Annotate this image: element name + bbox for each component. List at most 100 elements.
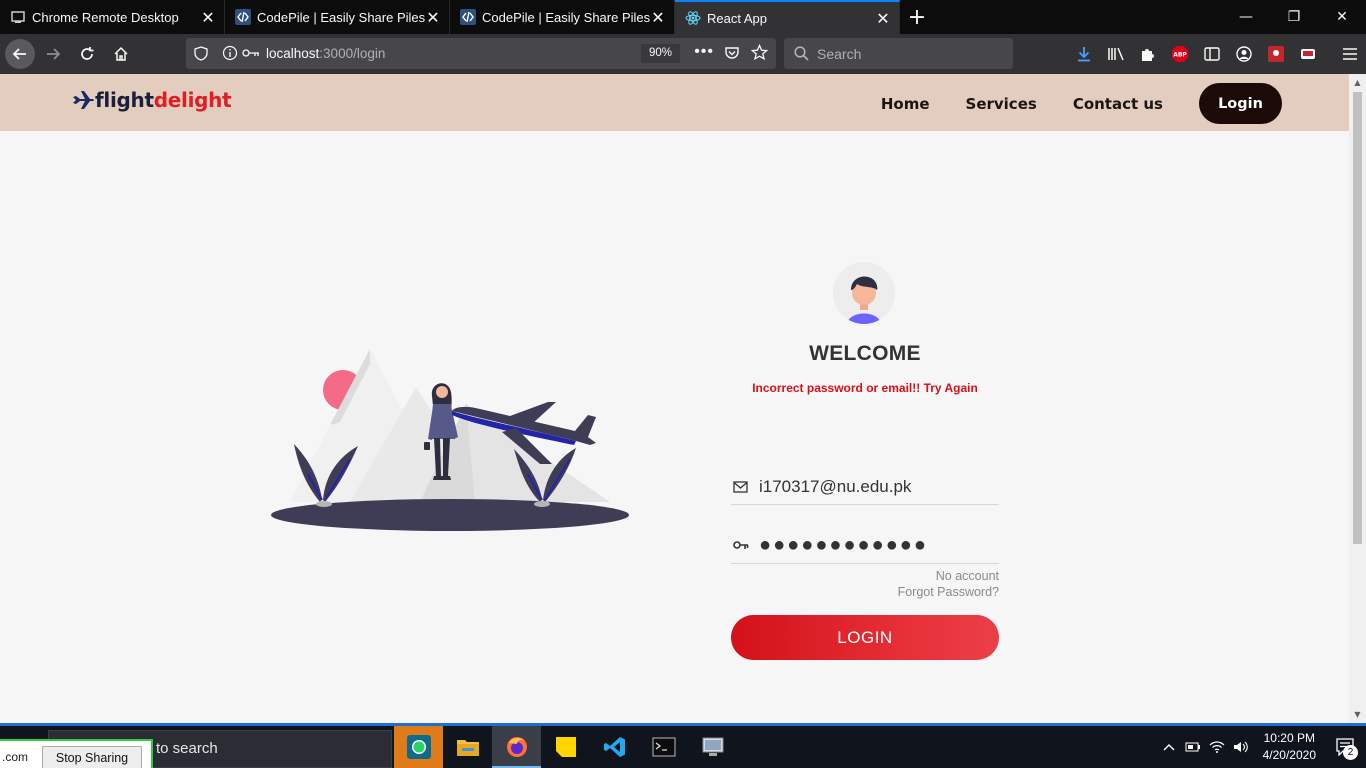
nav-services-link[interactable]: Services <box>966 95 1037 113</box>
no-account-link[interactable]: No account <box>898 568 999 584</box>
tab-codepile-1[interactable]: CodePile | Easily Share Piles of Code ✕ <box>225 0 450 34</box>
download-icon[interactable] <box>1068 38 1100 70</box>
pocket-icon[interactable] <box>724 45 740 64</box>
wifi-icon[interactable] <box>1205 741 1229 753</box>
screenshot-icon[interactable] <box>1292 38 1324 70</box>
nav-contact-link[interactable]: Contact us <box>1073 95 1163 113</box>
site-header: flight delight Home Services Contact us L… <box>0 74 1349 131</box>
clock-time: 10:20 PM <box>1263 731 1315 745</box>
extensions-icon[interactable] <box>1132 38 1164 70</box>
email-field-row <box>731 469 999 505</box>
plane-logo-icon <box>72 90 94 110</box>
forgot-password-link[interactable]: Forgot Password? <box>898 584 999 600</box>
extension-red-icon[interactable] <box>1260 38 1292 70</box>
tab-react-app[interactable]: React App ✕ <box>675 0 900 34</box>
adblock-icon[interactable]: ABP <box>1164 38 1196 70</box>
vscode-icon[interactable] <box>590 726 639 768</box>
logo-text-delight: delight <box>153 88 232 112</box>
form-links: No account Forgot Password? <box>898 568 999 600</box>
key-icon <box>731 540 757 552</box>
codepile-icon <box>235 9 251 25</box>
file-explorer-icon[interactable] <box>443 726 492 768</box>
login-error-message: Incorrect password or email!! Try Again <box>752 381 978 395</box>
close-window-icon[interactable]: ✕ <box>1318 0 1366 34</box>
terminal-icon[interactable] <box>639 726 688 768</box>
zoom-indicator[interactable]: 90% <box>640 44 680 63</box>
window-controls: — ❐ ✕ <box>1222 0 1366 34</box>
react-icon <box>685 10 701 26</box>
page-actions-icon[interactable]: ••• <box>694 43 714 61</box>
welcome-heading: WELCOME <box>809 342 921 365</box>
back-button[interactable] <box>5 39 35 69</box>
bookmark-star-icon[interactable] <box>750 43 769 64</box>
tab-codepile-2[interactable]: CodePile | Easily Share Piles of Code ✕ <box>450 0 675 34</box>
taskbar-clock[interactable]: 10:20 PM 4/20/2020 <box>1263 730 1316 764</box>
system-tray: 10:20 PM 4/20/2020 2 <box>1157 726 1366 768</box>
url-text: localhost:3000/login <box>266 46 385 61</box>
key-icon[interactable] <box>242 46 260 63</box>
volume-icon[interactable] <box>1229 741 1253 753</box>
taskbar-apps <box>394 726 737 768</box>
sidebar-icon[interactable] <box>1196 38 1228 70</box>
nav-home-link[interactable]: Home <box>881 95 930 113</box>
stop-sharing-button[interactable]: Stop Sharing <box>42 746 142 768</box>
main-nav: Home Services Contact us Login <box>845 83 1282 124</box>
toolbar-icons: ABP <box>1068 38 1366 70</box>
login-submit-button[interactable]: LOGIN <box>731 615 999 660</box>
tab-title: CodePile | Easily Share Piles of Code <box>257 9 425 25</box>
page-scrollbar[interactable]: ▲ ▼ <box>1349 74 1366 723</box>
tab-chrome-remote-desktop[interactable]: Chrome Remote Desktop ✕ <box>0 0 225 34</box>
minimize-icon[interactable]: — <box>1222 0 1270 34</box>
whatsapp-icon[interactable] <box>394 726 443 768</box>
scrollbar-thumb[interactable] <box>1353 92 1362 544</box>
remote-sharing-bar: .com Stop Sharing <box>0 739 153 768</box>
notification-center-icon[interactable]: 2 <box>1326 726 1366 768</box>
envelope-icon <box>731 480 757 493</box>
email-input[interactable] <box>759 476 989 497</box>
remote-desktop-app-icon[interactable] <box>688 726 737 768</box>
search-placeholder: Search <box>817 45 862 62</box>
home-button[interactable] <box>105 38 137 70</box>
tab-title: React App <box>707 10 767 26</box>
new-tab-button[interactable]: + <box>900 0 934 34</box>
restore-icon[interactable]: ❐ <box>1270 0 1318 34</box>
clock-date: 4/20/2020 <box>1262 748 1316 762</box>
scroll-up-icon[interactable]: ▲ <box>1349 74 1366 91</box>
search-icon <box>794 46 809 61</box>
url-path: :3000/login <box>319 46 386 61</box>
site-logo[interactable]: flight delight <box>72 88 232 112</box>
reload-button[interactable] <box>71 38 103 70</box>
nav-login-button[interactable]: Login <box>1199 83 1282 124</box>
info-icon[interactable] <box>222 45 238 64</box>
battery-icon[interactable] <box>1181 741 1205 753</box>
user-avatar <box>833 262 895 324</box>
forward-button[interactable] <box>37 38 69 70</box>
page-viewport: flight delight Home Services Contact us L… <box>0 74 1349 723</box>
tab-title: Chrome Remote Desktop <box>32 9 179 25</box>
sticky-notes-icon[interactable] <box>541 726 590 768</box>
browser-toolbar: localhost:3000/login 90% ••• Search ABP <box>0 34 1366 74</box>
travel-illustration <box>270 324 632 534</box>
password-input[interactable] <box>759 534 989 557</box>
scroll-down-icon[interactable]: ▼ <box>1349 706 1366 723</box>
sharing-domain-text: .com <box>2 750 29 764</box>
chevron-up-icon[interactable] <box>1157 743 1181 751</box>
windows-taskbar: to search .com Stop Sharing 10:20 PM 4/2… <box>0 723 1366 768</box>
url-bar[interactable]: localhost:3000/login 90% ••• <box>186 38 776 69</box>
firefox-icon[interactable] <box>492 726 541 768</box>
close-tab-icon[interactable]: ✕ <box>200 8 216 27</box>
library-icon[interactable] <box>1100 38 1132 70</box>
menu-icon[interactable] <box>1334 38 1366 70</box>
close-tab-icon[interactable]: ✕ <box>875 9 891 28</box>
close-tab-icon[interactable]: ✕ <box>425 8 441 27</box>
shield-icon[interactable] <box>194 46 208 64</box>
close-tab-icon[interactable]: ✕ <box>650 8 666 27</box>
notification-count-badge: 2 <box>1343 745 1358 760</box>
account-icon[interactable] <box>1228 38 1260 70</box>
url-host: localhost <box>266 46 320 61</box>
browser-tab-strip: Chrome Remote Desktop ✕ CodePile | Easil… <box>0 0 1366 34</box>
svg-text:ABP: ABP <box>1173 52 1187 59</box>
browser-search-input[interactable]: Search <box>784 38 1013 69</box>
password-field-row <box>731 528 999 564</box>
tab-title: CodePile | Easily Share Piles of Code <box>482 9 650 25</box>
